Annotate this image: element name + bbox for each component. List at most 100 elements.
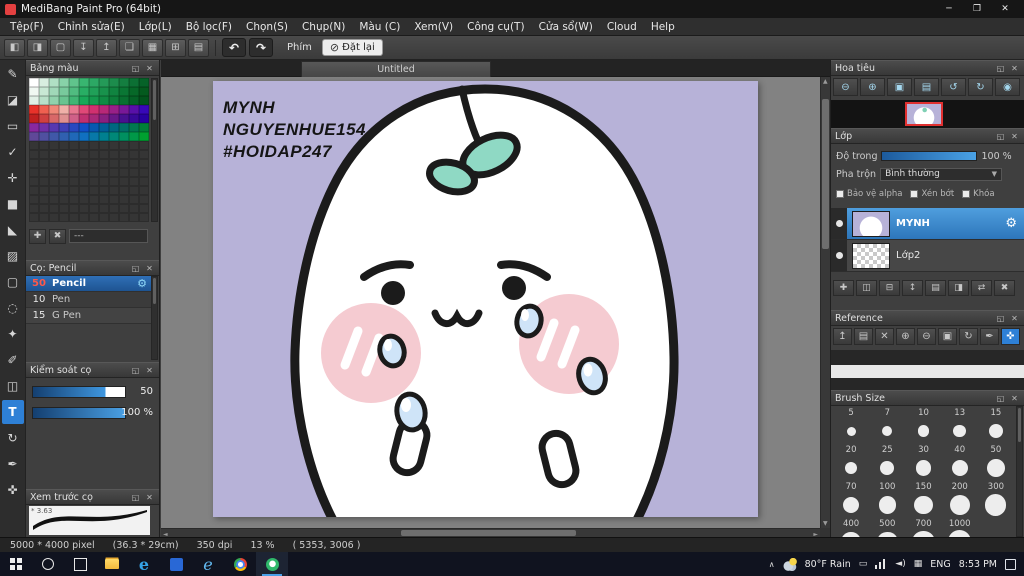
frame-icon[interactable]: ↻	[2, 426, 24, 450]
export-icon[interactable]: ◨	[27, 38, 48, 57]
empty-swatch[interactable]	[59, 195, 69, 204]
menu-item[interactable]: Màu (C)	[352, 21, 407, 33]
empty-swatch[interactable]	[39, 159, 49, 168]
empty-swatch[interactable]	[79, 159, 89, 168]
volume-icon[interactable]: ◄)	[895, 559, 905, 569]
opacity-slider[interactable]	[881, 151, 978, 161]
empty-swatch[interactable]	[59, 177, 69, 186]
empty-swatch[interactable]	[109, 141, 119, 150]
ref-up-icon[interactable]: ↥	[833, 328, 852, 345]
color-swatch[interactable]	[119, 123, 129, 132]
color-swatch[interactable]	[79, 123, 89, 132]
empty-swatch[interactable]	[89, 195, 99, 204]
keyboard-icon[interactable]: ▦	[914, 559, 923, 569]
menu-item[interactable]: Bộ lọc(F)	[179, 21, 239, 33]
fit-icon[interactable]: ▣	[887, 78, 912, 96]
empty-swatch[interactable]	[139, 141, 149, 150]
taskbar-ie-icon[interactable]	[192, 552, 224, 576]
brush-size-option[interactable]	[942, 530, 978, 537]
empty-swatch[interactable]	[79, 204, 89, 213]
grid-icon[interactable]: ⊞	[165, 38, 186, 57]
empty-swatch[interactable]	[49, 168, 59, 177]
color-swatch[interactable]	[69, 105, 79, 114]
close-icon[interactable]: ✕	[144, 263, 155, 274]
undo-icon[interactable]: ↶	[222, 38, 246, 57]
brush-size-option[interactable]	[942, 493, 978, 517]
taskbar-app-blue-icon[interactable]	[160, 552, 192, 576]
brush-size-option[interactable]	[978, 493, 1014, 517]
color-swatch[interactable]	[39, 114, 49, 123]
brush-item-pencil[interactable]: 50 Pencil ⚙	[26, 276, 151, 292]
empty-swatch[interactable]	[39, 204, 49, 213]
brush-size-option[interactable]	[978, 456, 1014, 480]
empty-swatch[interactable]	[99, 186, 109, 195]
eyedropper-icon[interactable]: ✒	[2, 452, 24, 476]
bucket-icon[interactable]: ◣	[2, 218, 24, 242]
close-icon[interactable]: ✕	[1009, 313, 1020, 324]
popout-icon[interactable]: ◱	[995, 313, 1006, 324]
empty-swatch[interactable]	[69, 141, 79, 150]
material-icon[interactable]: ▤	[188, 38, 209, 57]
brush-size-option[interactable]	[833, 530, 869, 537]
ref-folder-icon[interactable]: ▤	[854, 328, 873, 345]
layer-row-mynh[interactable]: MYNH ⚙	[831, 208, 1024, 240]
ref-zoom-out-icon[interactable]: ⊖	[917, 328, 936, 345]
layer-visibility-toggle[interactable]	[831, 208, 847, 239]
new-icon[interactable]: ▢	[50, 38, 71, 57]
panels-icon[interactable]: ◧	[4, 38, 25, 57]
close-icon[interactable]: ✕	[1009, 393, 1020, 404]
color-swatch[interactable]	[139, 78, 149, 87]
popout-icon[interactable]: ◱	[995, 63, 1006, 74]
empty-swatch[interactable]	[109, 204, 119, 213]
empty-swatch[interactable]	[119, 195, 129, 204]
empty-swatch[interactable]	[69, 195, 79, 204]
color-swatch[interactable]	[79, 96, 89, 105]
empty-swatch[interactable]	[49, 195, 59, 204]
brush-item-gpen[interactable]: 15 G Pen	[26, 308, 151, 324]
empty-swatch[interactable]	[59, 141, 69, 150]
close-icon[interactable]: ✕	[1009, 63, 1020, 74]
color-swatch[interactable]	[39, 123, 49, 132]
color-swatch[interactable]	[49, 87, 59, 96]
color-swatch[interactable]	[79, 132, 89, 141]
color-swatch[interactable]	[59, 105, 69, 114]
color-swatch[interactable]	[79, 78, 89, 87]
taskbar-file-explorer-icon[interactable]	[96, 552, 128, 576]
empty-swatch[interactable]	[119, 159, 129, 168]
close-icon[interactable]: ✕	[144, 63, 155, 74]
empty-swatch[interactable]	[139, 213, 149, 222]
color-swatch[interactable]	[119, 105, 129, 114]
layer-dup-icon[interactable]: ◫	[856, 280, 877, 296]
lock-checkbox[interactable]: Khóa	[962, 189, 995, 199]
empty-swatch[interactable]	[99, 177, 109, 186]
color-swatch[interactable]	[139, 87, 149, 96]
color-swatch[interactable]	[49, 105, 59, 114]
menu-item[interactable]: Tệp(F)	[3, 21, 51, 33]
empty-swatch[interactable]	[99, 168, 109, 177]
color-swatch[interactable]	[139, 114, 149, 123]
layer-clip-icon[interactable]: ◨	[948, 280, 969, 296]
empty-swatch[interactable]	[69, 168, 79, 177]
redo-icon[interactable]: ↷	[249, 38, 273, 57]
empty-swatch[interactable]	[69, 186, 79, 195]
empty-swatch[interactable]	[139, 204, 149, 213]
empty-swatch[interactable]	[29, 168, 39, 177]
reset-button[interactable]: ⊘ Đặt lại	[321, 39, 383, 56]
brush-opacity-slider[interactable]: 100 %	[32, 406, 153, 420]
network-icon[interactable]	[875, 559, 888, 569]
gradient-icon[interactable]: ▨	[2, 244, 24, 268]
brush-icon[interactable]: ✎	[2, 62, 24, 86]
color-swatch[interactable]	[119, 132, 129, 141]
layer-row-lop2[interactable]: Lớp2	[831, 240, 1024, 272]
color-swatch[interactable]	[119, 114, 129, 123]
empty-swatch[interactable]	[29, 141, 39, 150]
layer-transfer-icon[interactable]: ⇄	[971, 280, 992, 296]
brush-settings-icon[interactable]: ⚙	[137, 277, 147, 290]
color-swatch[interactable]	[89, 132, 99, 141]
document-tab[interactable]: Untitled	[301, 61, 491, 77]
empty-swatch[interactable]	[69, 159, 79, 168]
brush-size-option[interactable]	[978, 419, 1014, 443]
color-swatch[interactable]	[39, 105, 49, 114]
layer-add-icon[interactable]: ✚	[833, 280, 854, 296]
ref-close-icon[interactable]: ✕	[875, 328, 894, 345]
